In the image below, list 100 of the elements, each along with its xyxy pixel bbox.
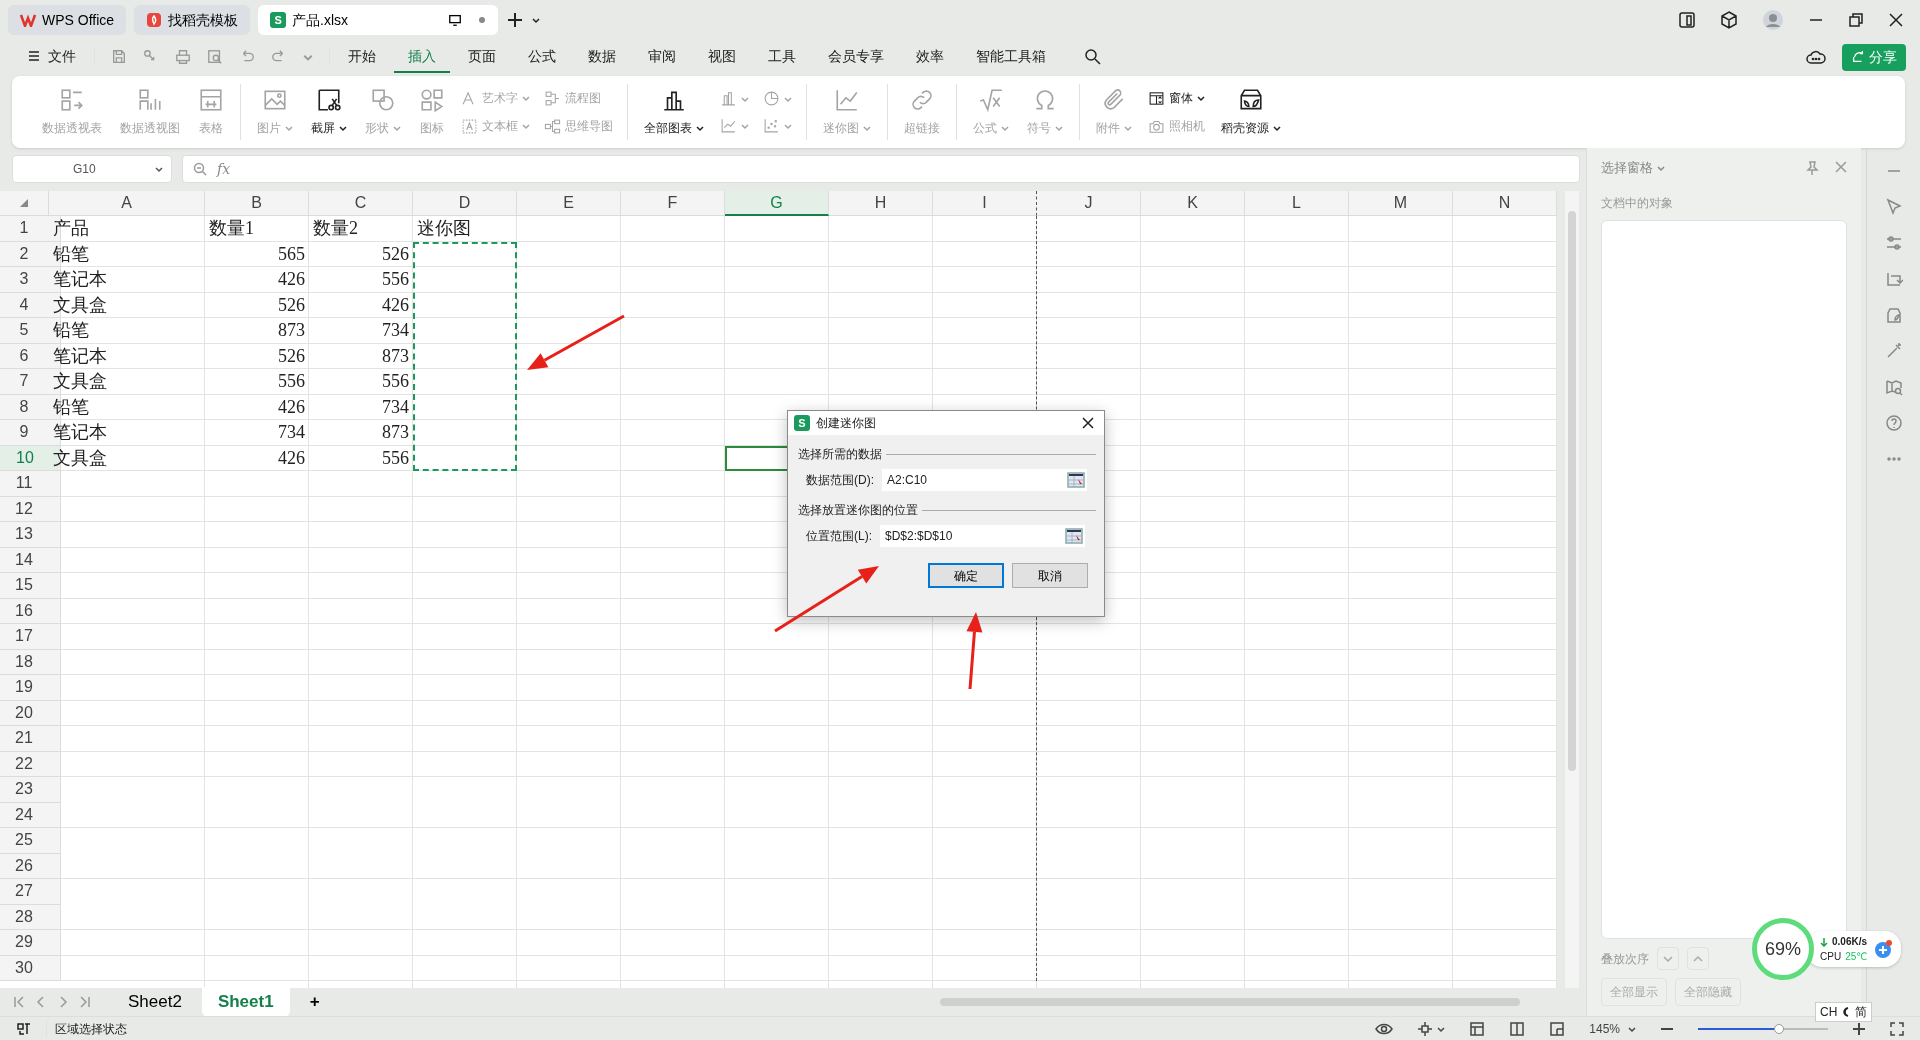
menu-tab[interactable]: 数据 xyxy=(574,41,630,73)
menu-tab[interactable]: 开始 xyxy=(334,41,390,73)
table-cell-text: 556 xyxy=(381,268,410,292)
row-header[interactable]: 24 xyxy=(0,802,61,828)
column-header[interactable]: B xyxy=(205,191,309,216)
restore-icon[interactable] xyxy=(1848,12,1864,28)
plus-icon[interactable] xyxy=(506,11,525,29)
column-header[interactable]: K xyxy=(1141,191,1245,216)
fullscreen-icon[interactable] xyxy=(1890,1021,1904,1036)
column-header[interactable]: I xyxy=(933,191,1037,216)
print-icon[interactable] xyxy=(175,49,191,65)
formula-input[interactable]: fx xyxy=(182,155,1580,183)
close-icon[interactable] xyxy=(1888,12,1904,28)
plus-circle-icon[interactable] xyxy=(1873,939,1894,959)
focus-icon[interactable] xyxy=(1417,1020,1434,1037)
file-menu[interactable]: 文件 xyxy=(14,41,90,73)
row-header[interactable]: 17 xyxy=(0,624,61,650)
add-sheet-button[interactable]: + xyxy=(293,987,336,1017)
menu-tab[interactable]: 公式 xyxy=(514,41,570,73)
normal-view-icon[interactable] xyxy=(1469,1020,1486,1037)
input-method-indicator[interactable]: CH 简 xyxy=(1815,1002,1873,1022)
row-header[interactable]: 29 xyxy=(0,930,61,956)
menu-tab[interactable]: 视图 xyxy=(694,41,750,73)
ribbon-button[interactable]: 截屏 xyxy=(305,85,353,139)
range-field[interactable]: A2:C10 xyxy=(882,469,1087,491)
row-header[interactable]: 14 xyxy=(0,547,61,573)
page-view-icon[interactable] xyxy=(1549,1020,1566,1037)
column-header[interactable]: M xyxy=(1349,191,1453,216)
row-header[interactable]: 27 xyxy=(0,879,61,905)
name-box[interactable]: G10 xyxy=(12,155,172,183)
column-header[interactable]: E xyxy=(517,191,621,216)
row-header[interactable]: 13 xyxy=(0,522,61,548)
split-view-icon[interactable] xyxy=(1509,1020,1526,1037)
menu-tab[interactable]: 会员专享 xyxy=(814,41,898,73)
close-icon[interactable] xyxy=(1082,417,1094,429)
row-header[interactable]: 30 xyxy=(0,955,61,981)
column-header[interactable]: G xyxy=(725,191,829,216)
macro-icon[interactable] xyxy=(16,1021,32,1036)
ribbon-button[interactable]: 全部图表 xyxy=(638,85,710,139)
last-sheet-icon[interactable] xyxy=(78,995,92,1009)
range-field[interactable]: $D$2:$D$10 xyxy=(880,525,1085,547)
pin-icon[interactable] xyxy=(1805,160,1819,175)
row-header[interactable]: 28 xyxy=(0,904,61,930)
map-search-icon[interactable] xyxy=(1884,378,1903,396)
column-header[interactable]: A xyxy=(49,191,205,216)
row-header[interactable]: 15 xyxy=(0,573,61,599)
vertical-scrollbar[interactable] xyxy=(1565,191,1579,988)
window-tab[interactable]: WPS Office xyxy=(8,5,127,35)
cursor-icon[interactable] xyxy=(1884,198,1903,216)
range-picker-icon[interactable] xyxy=(1065,528,1083,544)
row-header[interactable]: 19 xyxy=(0,675,61,701)
menu-tab[interactable]: 效率 xyxy=(902,41,958,73)
save-icon[interactable] xyxy=(111,49,127,65)
menu-tab[interactable]: 页面 xyxy=(454,41,510,73)
window-tab[interactable]: 找稻壳模板 xyxy=(134,5,251,35)
zoom-slider[interactable] xyxy=(1698,1023,1828,1034)
menu-tab[interactable]: 工具 xyxy=(754,41,810,73)
help-icon[interactable] xyxy=(1884,414,1903,432)
cube-icon[interactable] xyxy=(1720,11,1738,29)
eye-icon[interactable] xyxy=(1375,1021,1394,1036)
link-icon xyxy=(909,87,935,113)
column-header[interactable]: J xyxy=(1037,191,1141,216)
menu-tab[interactable]: 审阅 xyxy=(634,41,690,73)
column-header[interactable]: L xyxy=(1245,191,1349,216)
row-header[interactable]: 20 xyxy=(0,700,61,726)
first-sheet-icon[interactable] xyxy=(12,995,26,1009)
print-preview-icon[interactable] xyxy=(207,49,223,65)
sheet-tab[interactable]: Sheet1 xyxy=(201,987,290,1017)
plus-icon[interactable] xyxy=(1852,1021,1866,1036)
row-header[interactable]: 12 xyxy=(0,496,61,522)
search-icon[interactable] xyxy=(1084,48,1102,66)
ribbon-button[interactable]: 窗体 xyxy=(1144,88,1209,108)
avatar-icon[interactable] xyxy=(1762,9,1784,31)
dialog-button[interactable]: 取消 xyxy=(1012,563,1088,588)
menu-tab[interactable]: 智能工具箱 xyxy=(962,41,1060,73)
row-header[interactable]: 22 xyxy=(0,751,61,777)
column-header[interactable]: N xyxy=(1453,191,1557,216)
transform-icon[interactable] xyxy=(1884,270,1903,288)
row-header[interactable]: 18 xyxy=(0,649,61,675)
cloud-icon[interactable] xyxy=(1806,48,1826,66)
sheet-tab[interactable]: Sheet2 xyxy=(112,987,198,1017)
dialog-button[interactable]: 确定 xyxy=(928,563,1004,588)
column-header[interactable]: H xyxy=(829,191,933,216)
caret-icon[interactable] xyxy=(303,52,313,62)
sliders-icon[interactable] xyxy=(1884,234,1903,252)
column-header[interactable]: C xyxy=(309,191,413,216)
range-picker-icon[interactable] xyxy=(1067,472,1085,488)
phone-icon[interactable] xyxy=(1678,11,1696,29)
store-icon[interactable] xyxy=(1884,306,1903,324)
ribbon-button[interactable]: 稻壳资源 xyxy=(1215,85,1287,139)
row-header[interactable]: 23 xyxy=(0,777,61,803)
menu-tab[interactable]: 插入 xyxy=(394,41,450,73)
window-tab[interactable]: S 产品.xlsx xyxy=(258,5,499,35)
column-header[interactable]: F xyxy=(621,191,725,216)
row-header[interactable]: 11 xyxy=(0,471,61,497)
row-header[interactable]: 21 xyxy=(0,726,61,752)
row-header[interactable]: 25 xyxy=(0,828,61,854)
row-header[interactable]: 16 xyxy=(0,598,61,624)
column-header[interactable]: D xyxy=(413,191,517,216)
row-header[interactable]: 26 xyxy=(0,853,61,879)
